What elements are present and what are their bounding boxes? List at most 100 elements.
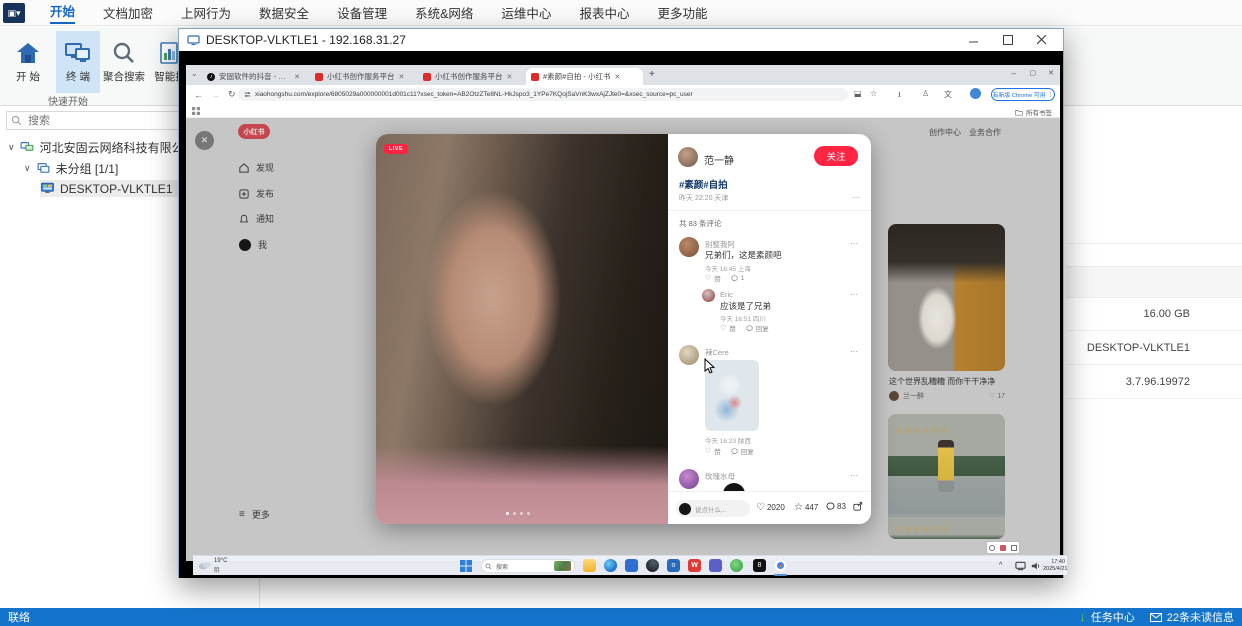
menu-item-data-security[interactable]: 数据安全: [259, 3, 309, 22]
chrome-icon-active[interactable]: [774, 559, 787, 572]
business-link[interactable]: 业务合作: [969, 127, 1001, 138]
reply-actions[interactable]: ♡赞 回复: [720, 323, 769, 333]
viewer-titlebar[interactable]: DESKTOP-VLKTLE1 - 192.168.31.27: [179, 29, 1063, 51]
menu-item-home[interactable]: 开始: [50, 1, 75, 24]
comment-actions[interactable]: ♡赞 回复: [705, 446, 754, 456]
weather-cloud-icon[interactable]: [198, 560, 212, 570]
all-bookmarks-button[interactable]: 所有书签: [1015, 107, 1052, 117]
viewer-tool-icon[interactable]: [1011, 545, 1017, 551]
browser-tab-xhs-post-active[interactable]: #素颜#自拍 - 小红书✕: [526, 68, 643, 85]
commenter-avatar[interactable]: [679, 237, 699, 257]
menu-item-device-mgmt[interactable]: 设备管理: [337, 3, 387, 22]
comment-more-icon[interactable]: ⋯: [850, 290, 859, 299]
side-card-caption[interactable]: 这个世界乱糟糟 而你干干净净: [889, 376, 1005, 387]
viewer-floating-toolbar[interactable]: [986, 541, 1020, 554]
address-bar[interactable]: xiaohongshu.com/explore/6805029a00000000…: [238, 88, 848, 101]
taskbar-weather[interactable]: 阴: [214, 566, 220, 574]
like-count[interactable]: ♡17: [989, 392, 1005, 400]
task-center-link[interactable]: 任务中心: [1091, 609, 1135, 625]
avatar-account-icon[interactable]: [970, 88, 981, 99]
comment-input[interactable]: 说点什么...: [676, 500, 750, 517]
unread-messages-link[interactable]: 22条未读信息: [1167, 609, 1234, 625]
ribbon-home-button[interactable]: 开 始: [6, 31, 50, 93]
profile-icon[interactable]: ♙: [922, 89, 929, 98]
ribbon-aggregate-search-button[interactable]: 聚合搜索: [102, 31, 146, 93]
tab-close-icon[interactable]: ✕: [615, 73, 621, 81]
viewer-minimize-button[interactable]: [957, 29, 991, 51]
chrome-maximize-button[interactable]: ▢: [1029, 69, 1036, 77]
outlook-icon[interactable]: o: [667, 559, 680, 572]
capcut-icon[interactable]: 8: [753, 559, 766, 572]
commenter-avatar[interactable]: [679, 469, 699, 489]
sidebar-search-input[interactable]: [26, 114, 176, 128]
comment-bubble-icon[interactable]: [746, 325, 753, 332]
comment-bubble-icon[interactable]: [731, 448, 738, 455]
browser-tab-xhs-creator-1[interactable]: 小红书创作服务平台✕: [310, 68, 413, 85]
back-icon[interactable]: ←: [194, 90, 203, 100]
tree-node-ungrouped[interactable]: ∨ 未分组 [1/1]: [24, 160, 118, 177]
file-explorer-icon[interactable]: [583, 559, 596, 572]
menu-item-web-behavior[interactable]: 上网行为: [181, 3, 231, 22]
store-icon[interactable]: [625, 559, 638, 572]
menu-item-doc-encrypt[interactable]: 文档加密: [103, 3, 153, 22]
creator-center-link[interactable]: 创作中心: [929, 127, 961, 138]
bookmark-star-icon[interactable]: ☆: [870, 89, 877, 98]
post-author-avatar[interactable]: [678, 147, 698, 167]
browser-dark-icon[interactable]: [646, 559, 659, 572]
wps-icon[interactable]: W: [688, 559, 701, 572]
tab-close-icon[interactable]: ✕: [507, 73, 513, 81]
browser-tab-xhs-creator-2[interactable]: 小红书创作服务平台✕: [418, 68, 521, 85]
tray-clock[interactable]: 17:40 2025/4/21: [1043, 559, 1065, 572]
post-photo[interactable]: [376, 134, 668, 524]
comment-button[interactable]: 83: [826, 502, 846, 511]
kebab-menu-icon[interactable]: ⋮: [1048, 92, 1054, 98]
comment-more-icon[interactable]: ⋯: [850, 347, 859, 356]
taskbar-temperature[interactable]: 19°C: [214, 558, 227, 564]
caret-down-icon[interactable]: ∨: [24, 163, 31, 174]
share-icon[interactable]: [853, 501, 863, 511]
apps-grid-icon[interactable]: [192, 107, 200, 115]
ribbon-terminal-button[interactable]: 终 端: [56, 31, 100, 93]
tab-close-icon[interactable]: ✕: [399, 73, 405, 81]
viewer-tool-icon[interactable]: [1000, 545, 1006, 551]
comment-actions[interactable]: ♡赞 1: [705, 273, 744, 283]
wechat-icon[interactable]: [730, 559, 743, 572]
comment-author[interactable]: 玫瑰水母: [705, 471, 735, 482]
nav-me[interactable]: 我: [239, 238, 267, 251]
reply-author[interactable]: Eric: [720, 290, 733, 299]
side-card-dog-image[interactable]: [888, 224, 1005, 371]
tab-search-caret-icon[interactable]: ⌄: [191, 69, 198, 78]
comment-author[interactable]: 辣Cere: [705, 347, 729, 358]
viewer-tool-icon[interactable]: [989, 545, 995, 551]
teams-icon[interactable]: [709, 559, 722, 572]
taskbar-search-box[interactable]: 搜索: [481, 559, 575, 573]
reply-avatar[interactable]: [702, 289, 715, 302]
like-heart-icon[interactable]: ♡: [705, 274, 711, 282]
comment-more-icon[interactable]: ⋯: [850, 471, 859, 480]
tray-speaker-icon[interactable]: [1031, 561, 1041, 571]
comment-bubble-icon[interactable]: [731, 275, 738, 282]
side-card-campus-image[interactable]: 天津音乐学院 天津音乐学院: [888, 414, 1005, 539]
sidebar-search-box[interactable]: [6, 111, 194, 130]
send-to-device-icon[interactable]: ⬓: [854, 89, 862, 98]
new-tab-button[interactable]: +: [649, 69, 655, 80]
browser-tab-douyin[interactable]: ♪ 安固软件的抖音 - 抖音✕: [202, 68, 305, 85]
caret-down-icon[interactable]: ∨: [8, 142, 15, 153]
start-button-icon[interactable]: [460, 560, 472, 572]
forward-icon[interactable]: →: [211, 90, 220, 100]
like-heart-icon[interactable]: ♡: [705, 447, 711, 455]
tab-close-icon[interactable]: ✕: [294, 73, 300, 81]
menu-item-more[interactable]: 更多功能: [657, 3, 707, 22]
post-title[interactable]: #素颜#自拍: [679, 177, 728, 191]
viewer-close-button[interactable]: [1025, 29, 1059, 51]
edge-icon[interactable]: [604, 559, 617, 572]
collect-button[interactable]: ☆447: [794, 502, 818, 513]
nav-more[interactable]: ≡ 更多: [239, 508, 270, 521]
menu-item-report-center[interactable]: 报表中心: [579, 3, 629, 22]
nav-discover[interactable]: 发现: [239, 161, 274, 174]
chrome-minimize-button[interactable]: –: [1012, 69, 1016, 78]
translate-icon[interactable]: 文: [944, 89, 952, 100]
author-name[interactable]: 兰一醉: [903, 391, 924, 401]
modal-close-button[interactable]: ✕: [195, 131, 214, 150]
like-heart-icon[interactable]: ♡: [720, 324, 726, 332]
